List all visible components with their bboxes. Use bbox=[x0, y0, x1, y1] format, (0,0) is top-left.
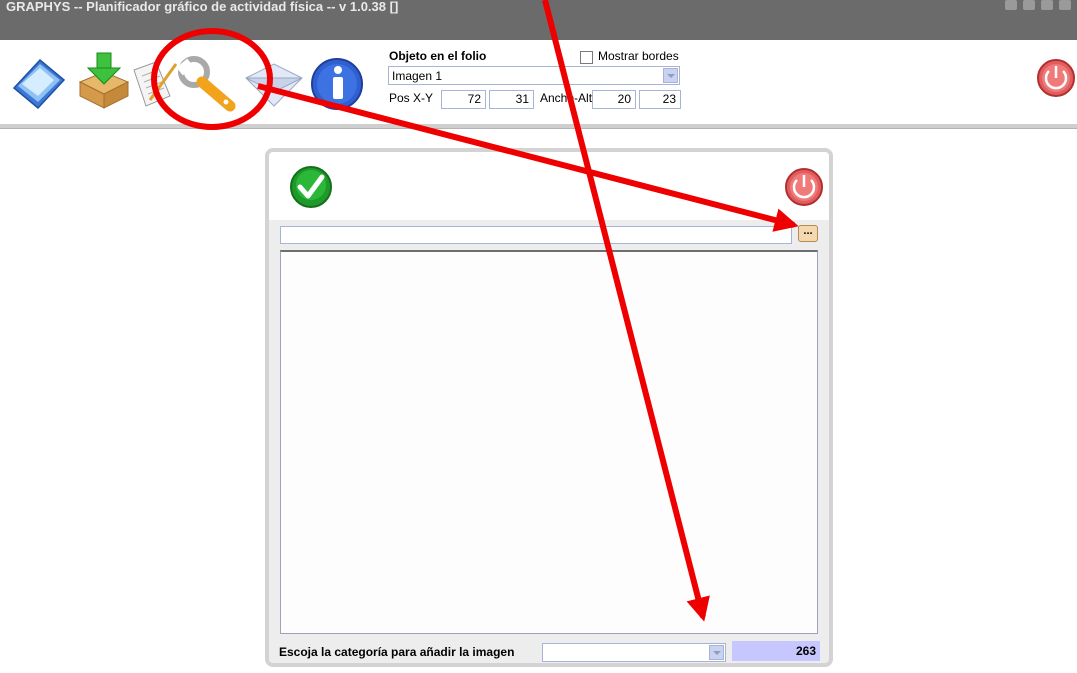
object-select[interactable]: Imagen 1 bbox=[388, 66, 680, 85]
install-box-icon[interactable] bbox=[76, 50, 132, 110]
window-controls bbox=[1005, 0, 1071, 10]
show-borders-checkbox[interactable] bbox=[580, 51, 593, 64]
show-borders-label: Mostrar bordes bbox=[598, 49, 679, 63]
edit-document-icon[interactable] bbox=[128, 56, 178, 112]
help-button[interactable] bbox=[1005, 0, 1017, 10]
image-preview-area bbox=[280, 250, 818, 634]
image-count: 263 bbox=[732, 641, 820, 661]
chevron-down-icon[interactable] bbox=[709, 645, 724, 660]
category-label: Escoja la categoría para añadir la image… bbox=[279, 645, 515, 659]
dialog-header bbox=[269, 152, 829, 220]
category-select[interactable] bbox=[542, 643, 726, 662]
size-label: Ancho-Alto bbox=[540, 91, 599, 105]
file-path-input[interactable] bbox=[280, 226, 792, 244]
pos-label: Pos X-Y bbox=[389, 91, 434, 105]
exit-button[interactable] bbox=[1035, 56, 1077, 100]
browse-button[interactable]: ... bbox=[798, 225, 818, 242]
accept-button[interactable] bbox=[289, 165, 333, 209]
pos-x-field[interactable]: 72 bbox=[441, 90, 486, 109]
envelope-icon[interactable] bbox=[244, 62, 304, 108]
close-window-button[interactable] bbox=[1059, 0, 1071, 10]
toolbar-divider bbox=[0, 124, 1077, 129]
height-field[interactable]: 23 bbox=[639, 90, 681, 109]
wrench-icon[interactable] bbox=[176, 56, 240, 114]
settings-button[interactable] bbox=[1023, 0, 1035, 10]
info-icon[interactable] bbox=[309, 56, 365, 112]
minimize-button[interactable] bbox=[1041, 0, 1053, 10]
width-field[interactable]: 20 bbox=[592, 90, 636, 109]
object-select-value: Imagen 1 bbox=[392, 69, 443, 83]
title-bar: GRAPHYS -- Planificador gráfico de activ… bbox=[0, 0, 1077, 40]
window-title: GRAPHYS -- Planificador gráfico de activ… bbox=[6, 0, 399, 14]
object-panel-title: Objeto en el folio bbox=[389, 49, 487, 63]
pos-y-field[interactable]: 31 bbox=[489, 90, 534, 109]
image-dialog: ... Escoja la categoría para añadir la i… bbox=[265, 148, 833, 667]
open-icon[interactable] bbox=[10, 54, 68, 110]
chevron-down-icon[interactable] bbox=[663, 68, 678, 83]
cancel-button[interactable] bbox=[783, 165, 825, 209]
